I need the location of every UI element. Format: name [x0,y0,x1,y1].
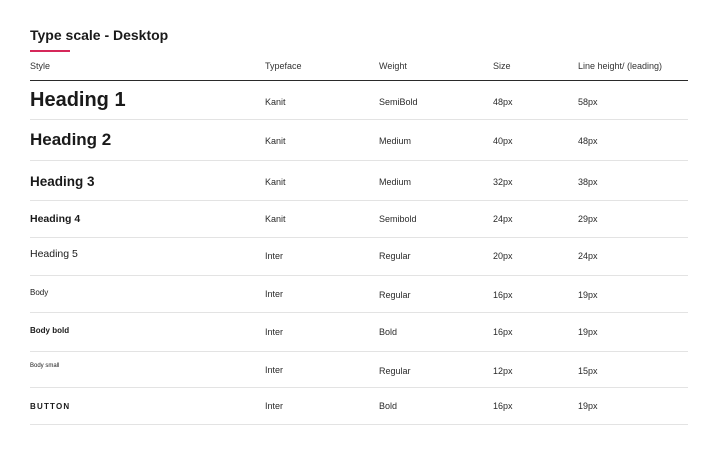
style-sample-heading-2: Heading 2 [30,130,112,149]
cell-line-height: 29px [578,214,598,224]
cell-size: 12px [493,366,513,376]
cell-line-height: 58px [578,97,598,107]
style-sample-body-bold: Body bold [30,326,70,335]
header-size: Size [493,61,511,71]
cell-size: 16px [493,327,513,337]
cell-size: 16px [493,401,513,411]
title-accent-underline [30,50,70,52]
table-row: BUTTON Inter Bold 16px 19px [30,388,688,425]
cell-typeface: Inter [265,327,284,337]
cell-size: 32px [493,177,513,187]
style-sample-heading-5: Heading 5 [30,248,78,260]
cell-size: 48px [493,97,513,107]
cell-size: 40px [493,136,513,146]
cell-typeface: Kanit [265,177,286,187]
style-sample-button: BUTTON [30,402,71,411]
page-title: Type scale - Desktop [30,27,169,43]
cell-typeface: Inter [265,251,284,261]
header-line-height: Line height/ (leading) [578,61,663,71]
style-sample-heading-1: Heading 1 [30,89,126,111]
cell-size: 24px [493,214,513,224]
cell-line-height: 24px [578,251,598,261]
table-row: Heading 5 Inter Regular 20px 24px [30,238,688,276]
table-row: Heading 2 Kanit Medium 40px 48px [30,120,688,161]
cell-line-height: 19px [578,401,598,411]
cell-weight: Semibold [379,214,417,224]
cell-weight: Medium [379,136,412,146]
cell-line-height: 19px [578,327,598,337]
cell-typeface: Inter [265,401,284,411]
cell-weight: Regular [379,366,411,376]
cell-typeface: Inter [265,365,284,375]
style-sample-heading-3: Heading 3 [30,174,95,189]
table-header: Style Typeface Weight Size Line height/ … [30,56,688,81]
cell-size: 20px [493,251,513,261]
cell-weight: Regular [379,290,411,300]
cell-weight: SemiBold [379,97,418,107]
header-typeface: Typeface [265,61,302,71]
cell-typeface: Kanit [265,97,286,107]
type-scale-page: Type scale - Desktop Style Typeface Weig… [30,0,688,449]
cell-line-height: 15px [578,366,598,376]
cell-typeface: Kanit [265,214,286,224]
header-weight: Weight [379,61,407,71]
cell-typeface: Kanit [265,136,286,146]
cell-line-height: 19px [578,290,598,300]
table-row: Heading 1 Kanit SemiBold 48px 58px [30,81,688,120]
cell-weight: Medium [379,177,412,187]
cell-weight: Bold [379,327,398,337]
table-row: Heading 3 Kanit Medium 32px 38px [30,161,688,201]
cell-typeface: Inter [265,289,284,299]
cell-weight: Bold [379,401,398,411]
cell-line-height: 48px [578,136,598,146]
style-sample-heading-4: Heading 4 [30,213,81,225]
style-sample-body: Body [30,288,49,297]
table-row: Heading 4 Kanit Semibold 24px 29px [30,201,688,238]
table-row: Body Inter Regular 16px 19px [30,276,688,313]
table-row: Body small Inter Regular 12px 15px [30,352,688,388]
cell-line-height: 38px [578,177,598,187]
cell-size: 16px [493,290,513,300]
header-style: Style [30,61,51,71]
table-row: Body bold Inter Bold 16px 19px [30,313,688,352]
cell-weight: Regular [379,251,411,261]
style-sample-body-small: Body small [30,363,60,369]
